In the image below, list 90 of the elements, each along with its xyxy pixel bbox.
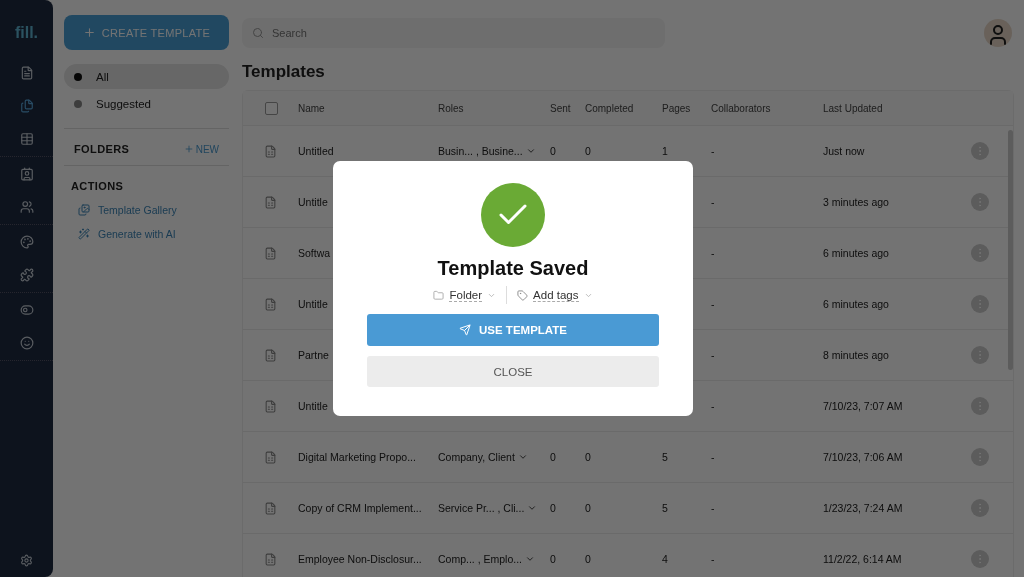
caret-icon: [525, 554, 536, 564]
pages-cell-text: 1: [662, 145, 669, 157]
caret-icon: [517, 452, 528, 462]
document-icon: [264, 348, 277, 362]
name-cell-text: Untitle: [298, 298, 329, 310]
section-title: FOLDERS: [74, 143, 130, 155]
action-link[interactable]: Generate with AI: [71, 222, 184, 246]
sent-cell-text: 0: [550, 145, 557, 157]
updated-cell-text: 7/10/23, 7:06 AM: [823, 451, 904, 463]
new-folder-button[interactable]: NEW: [183, 143, 219, 155]
section-title: ACTIONS: [71, 180, 124, 192]
filter-item[interactable]: Suggested: [64, 91, 229, 116]
send-icon: [459, 324, 471, 336]
collaborators-cell-text: -: [711, 145, 716, 157]
collaborators-cell-text: -: [711, 553, 716, 565]
updated-cell-text: 11/2/22, 6:14 AM: [823, 553, 903, 565]
filter-item[interactable]: All: [64, 64, 229, 89]
completed-cell-text: 0: [585, 451, 592, 463]
name-cell-text: Softwa: [298, 247, 332, 259]
updated-cell-text: 3 minutes ago: [823, 196, 890, 208]
name-cell-text: Digital Marketing Propo...: [298, 451, 417, 463]
name-cell-text: Employee Non-Disclosur...: [298, 553, 423, 565]
dialog-title: Template Saved: [437, 257, 589, 280]
tags-dropdown[interactable]: Add tags: [517, 288, 593, 302]
avatar[interactable]: [984, 19, 1012, 47]
plus-icon: [183, 144, 194, 154]
column-header: Name: [298, 102, 326, 114]
name-cell-text: Partne: [298, 349, 330, 361]
updated-cell-text: 6 minutes ago: [823, 247, 890, 259]
name-cell-text: Untitle: [298, 196, 329, 208]
document-icon: [264, 195, 277, 209]
updated-cell-text: 7/10/23, 7:07 AM: [823, 400, 904, 412]
pages-cell-text: 5: [662, 502, 669, 514]
use-template-button[interactable]: USE TEMPLATE: [367, 314, 659, 346]
collaborators-cell-text: -: [711, 247, 716, 259]
pages-cell-text: 5: [662, 451, 669, 463]
folder-icon: [433, 289, 445, 301]
column-header: Pages: [662, 102, 692, 114]
collaborators-cell-text: -: [711, 196, 716, 208]
roles-cell[interactable]: Service Pr... , Cli...: [438, 502, 550, 514]
column-header: Collaborators: [711, 102, 772, 114]
column-header: Last Updated: [823, 102, 884, 114]
select-all-checkbox[interactable]: [265, 101, 278, 115]
name-cell-text: Untitle: [298, 400, 329, 412]
roles-cell[interactable]: Busin... , Busine...: [438, 145, 550, 157]
document-icon: [264, 450, 277, 464]
completed-cell-text: 0: [585, 553, 592, 565]
document-icon: [264, 501, 277, 515]
document-icon: [264, 399, 277, 413]
collaborators-cell-text: -: [711, 451, 716, 463]
search-field[interactable]: Search: [242, 18, 665, 48]
completed-cell-text: 0: [585, 502, 592, 514]
document-icon: [264, 297, 277, 311]
tag-icon: [517, 289, 529, 301]
completed-cell-text: 0: [585, 145, 592, 157]
column-header: Completed: [585, 102, 635, 114]
close-button[interactable]: CLOSE: [367, 356, 659, 387]
roles-cell[interactable]: Company, Client: [438, 451, 550, 463]
action-link[interactable]: Template Gallery: [71, 198, 184, 222]
column-header: Roles: [438, 102, 465, 114]
document-icon: [264, 144, 277, 158]
collaborators-cell-text: -: [711, 298, 716, 310]
collaborators-cell-text: -: [711, 502, 716, 514]
pages-cell-text: 4: [662, 553, 669, 565]
document-icon: [264, 246, 277, 260]
settings-icon[interactable]: [18, 552, 35, 569]
sent-cell-text: 0: [550, 451, 557, 463]
updated-cell-text: 6 minutes ago: [823, 298, 890, 310]
caret-icon: [525, 146, 536, 156]
search-icon: [252, 27, 264, 39]
name-cell-text: Copy of CRM Implement...: [298, 502, 423, 514]
sent-cell-text: 0: [550, 502, 557, 514]
wand-icon: [78, 228, 90, 240]
collaborators-cell-text: -: [711, 400, 716, 412]
updated-cell-text: 8 minutes ago: [823, 349, 890, 361]
logo: fill.: [14, 24, 39, 42]
sent-cell-text: 0: [550, 553, 557, 565]
create-template-button[interactable]: CREATE TEMPLATE: [64, 15, 229, 50]
updated-cell-text: 1/23/23, 7:24 AM: [823, 502, 904, 514]
collaborators-cell-text: -: [711, 349, 716, 361]
name-cell-text: Untitled: [298, 145, 335, 157]
roles-cell[interactable]: Comp... , Emplo...: [438, 553, 550, 565]
document-icon: [264, 552, 277, 566]
updated-cell-text: Just now: [823, 145, 866, 157]
page-title: Templates: [242, 62, 326, 82]
gallery-icon: [78, 204, 90, 216]
caret-icon: [527, 503, 538, 513]
plus-icon: [82, 26, 96, 39]
column-header: Sent: [550, 102, 572, 114]
folder-dropdown[interactable]: Folder: [433, 288, 497, 302]
